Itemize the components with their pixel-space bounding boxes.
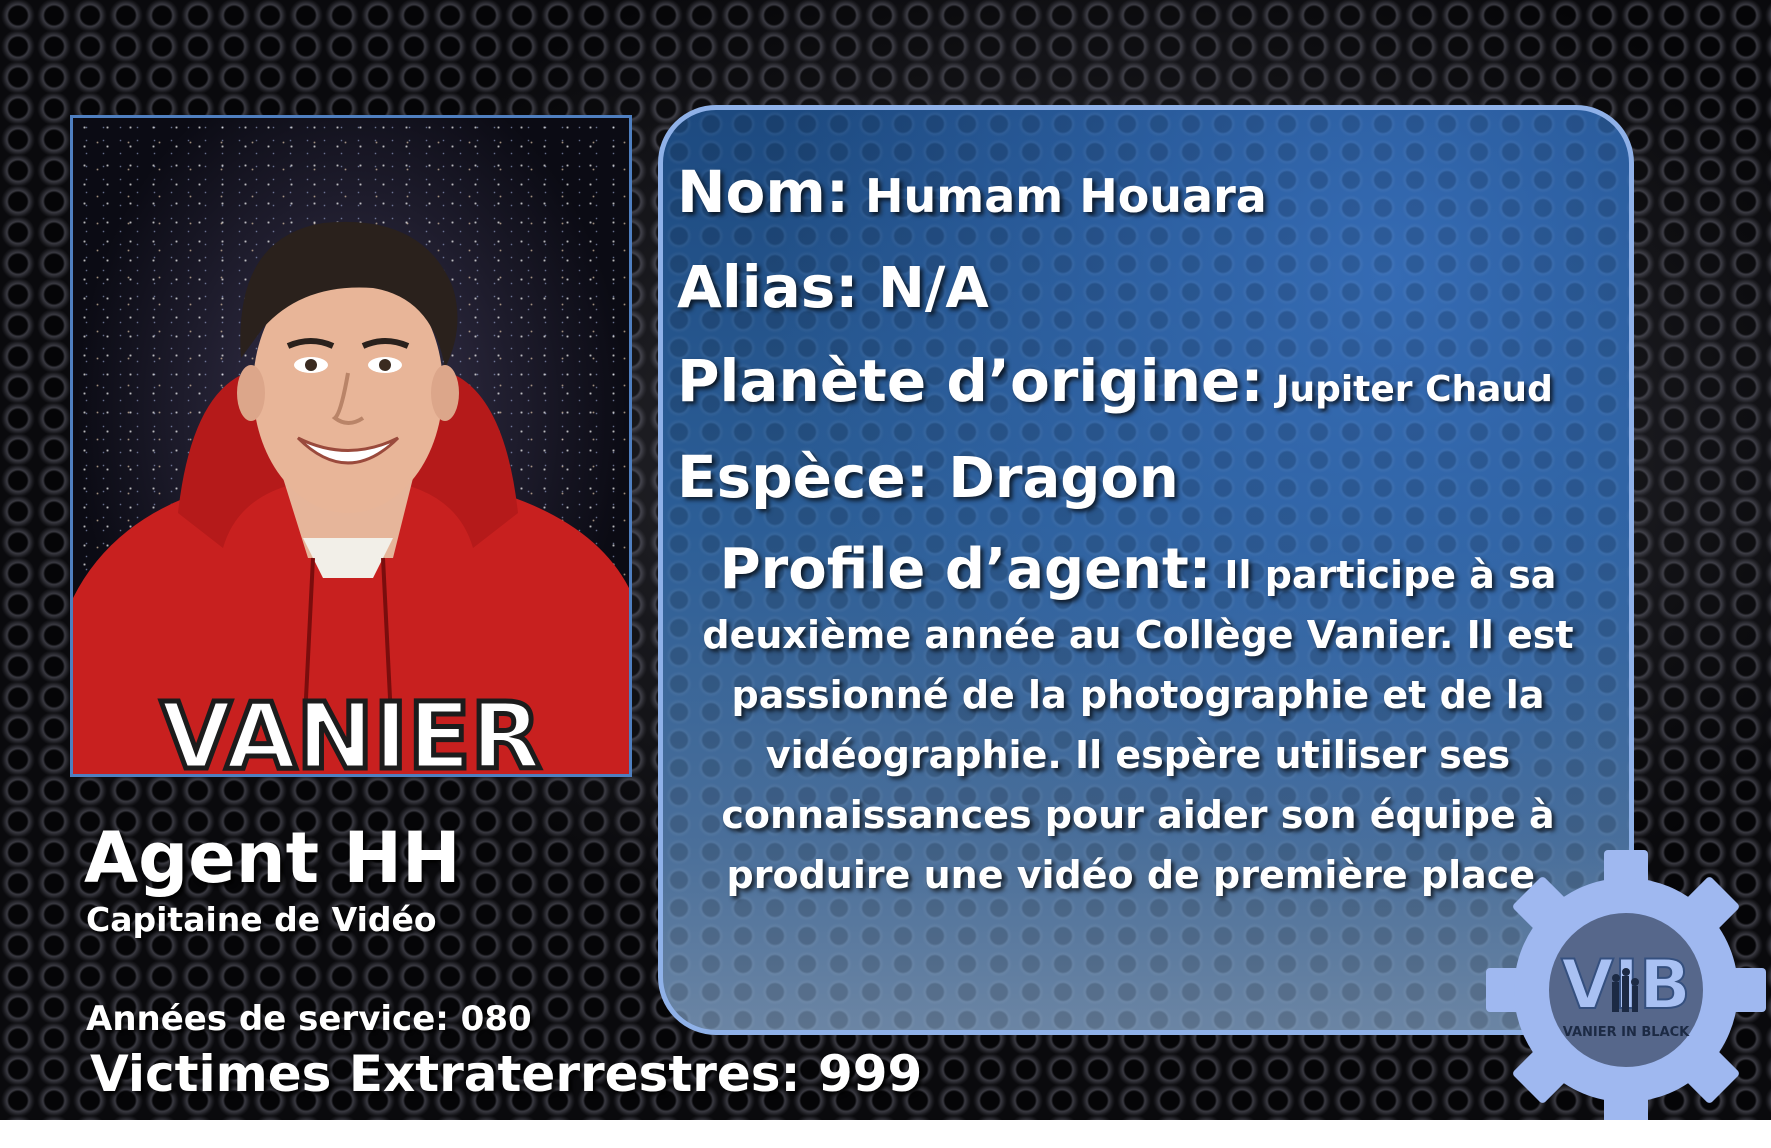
- years-of-service: Années de service: 080: [86, 999, 532, 1039]
- planete-label: Planète d’origine:: [677, 347, 1264, 415]
- alien-victims: Victimes Extraterrestres: 999: [90, 1045, 923, 1103]
- alias-value: N/A: [858, 256, 989, 321]
- portrait-illustration: VANIER: [73, 221, 629, 774]
- profile-label: Profile d’agent:: [719, 537, 1212, 602]
- espece-label: Espèce:: [677, 443, 929, 511]
- agent-role: Capitaine de Vidéo: [86, 900, 437, 939]
- logo-tagline: VANIER IN BLACK: [1563, 1025, 1690, 1040]
- agent-name: Agent HH: [84, 817, 461, 899]
- espece-value: Dragon: [928, 446, 1179, 511]
- alias-label: Alias:: [677, 253, 859, 321]
- profile-value: Il participe à sa deuxième année au Coll…: [702, 553, 1574, 897]
- planete-value: Jupiter Chaud: [1263, 369, 1553, 410]
- field-espece: Espèce: Dragon: [677, 443, 1179, 511]
- nom-label: Nom:: [677, 158, 850, 226]
- field-planete: Planète d’origine: Jupiter Chaud: [677, 347, 1553, 415]
- nom-value: Humam Houara: [849, 169, 1267, 223]
- agent-photo: VANIER: [70, 115, 632, 777]
- field-nom: Nom: Humam Houara: [677, 158, 1267, 226]
- field-profile: Profile d’agent: Il participe à sa deuxi…: [673, 540, 1603, 905]
- sweater-text: VANIER: [160, 683, 541, 774]
- gear-logo-icon: VIB VANIER IN BLACK: [1486, 850, 1766, 1120]
- agent-card: VANIER Agent HH Capitaine de Vidéo Année…: [0, 0, 1771, 1120]
- field-alias: Alias: N/A: [677, 253, 989, 321]
